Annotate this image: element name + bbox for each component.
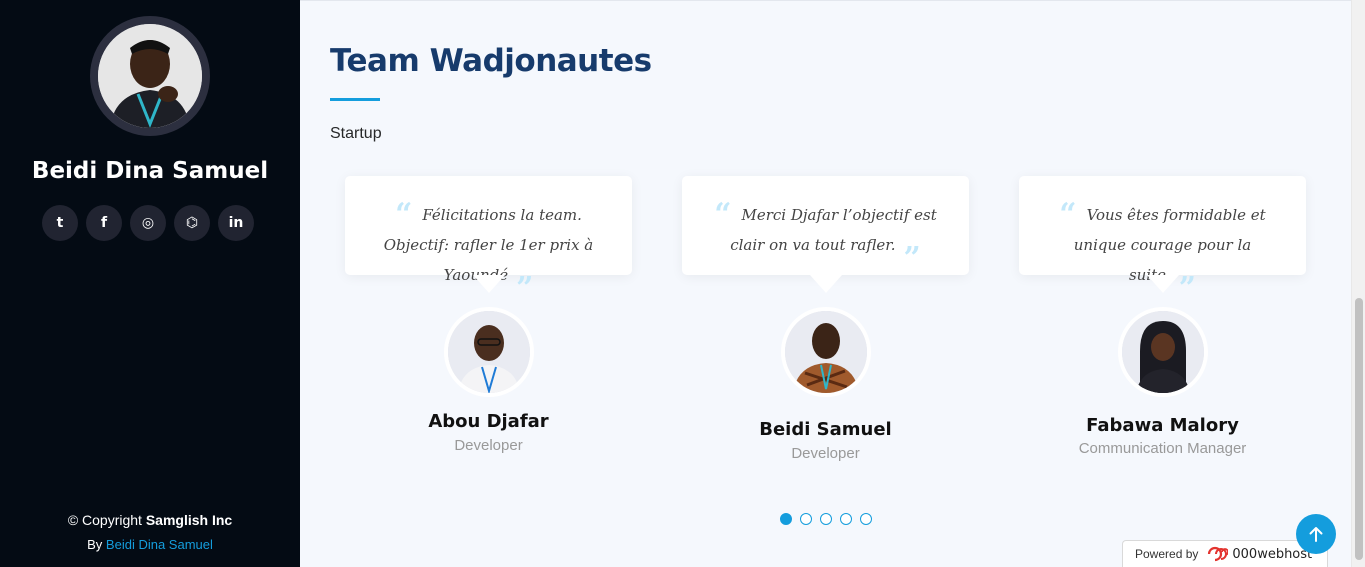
page-scrollbar[interactable] — [1351, 0, 1365, 567]
testimonial-card: “Vous êtes formidable et unique courage … — [1019, 176, 1306, 457]
quote-open-icon: “ — [395, 197, 413, 232]
carousel-pagination — [780, 513, 872, 525]
sidebar: Beidi Dina Samuel t f ◎ ⌬ in © Copyright… — [0, 0, 300, 567]
back-to-top-button[interactable] — [1296, 514, 1336, 554]
testimonial-bubble: “Félicitations la team. Objectif: rafler… — [345, 176, 632, 304]
credits-prefix: By — [87, 537, 103, 552]
pagination-dot[interactable] — [780, 513, 792, 525]
testimonial-quote: Vous êtes formidable et unique courage p… — [1073, 206, 1266, 284]
testimonial-role: Developer — [454, 437, 523, 454]
pagination-dot[interactable] — [840, 513, 852, 525]
powered-brand: 000webhost — [1232, 546, 1313, 562]
copyright-prefix: © Copyright — [67, 512, 142, 528]
copyright-company: Samglish Inc — [145, 512, 233, 528]
pagination-dot[interactable] — [820, 513, 832, 525]
testimonials-section: Team Wadjonautes Startup “Félicitations … — [300, 0, 1351, 567]
testimonial-name: Abou Djafar — [428, 411, 549, 432]
testimonial-card: “Félicitations la team. Objectif: rafler… — [345, 176, 632, 454]
credits-link[interactable]: Beidi Dina Samuel — [106, 537, 213, 552]
testimonial-card: “Merci Djafar l’objectif est clair on va… — [682, 176, 969, 462]
pagination-dot[interactable] — [860, 513, 872, 525]
credits-text: By Beidi Dina Samuel — [0, 537, 300, 552]
testimonial-photo — [781, 307, 871, 397]
copyright-text: © Copyright Samglish Inc — [0, 512, 300, 528]
testimonial-name: Fabawa Malory — [1086, 415, 1239, 436]
pagination-dot[interactable] — [800, 513, 812, 525]
twitter-icon[interactable]: t — [42, 205, 78, 241]
scrollbar-thumb[interactable] — [1355, 298, 1363, 560]
quote-close-icon: ” — [516, 271, 534, 306]
testimonial-photo — [1118, 307, 1208, 397]
facebook-icon[interactable]: f — [86, 205, 122, 241]
testimonial-bubble: “Vous êtes formidable et unique courage … — [1019, 176, 1306, 304]
quote-open-icon: “ — [714, 197, 732, 232]
github-icon[interactable]: ⌬ — [174, 205, 210, 241]
arrow-up-icon — [1309, 527, 1323, 542]
quote-close-icon: ” — [1178, 271, 1197, 306]
title-underline — [330, 98, 380, 101]
testimonial-bubble: “Merci Djafar l’objectif est clair on va… — [682, 176, 969, 293]
linkedin-icon[interactable]: in — [218, 205, 254, 241]
testimonial-role: Communication Manager — [1078, 440, 1247, 457]
quote-close-icon: ” — [903, 241, 921, 276]
instagram-icon[interactable]: ◎ — [130, 205, 166, 241]
powered-label: Powered by — [1135, 547, 1199, 561]
webhost-logo-icon — [1208, 546, 1229, 562]
testimonial-quote: Félicitations la team. Objectif: rafler … — [383, 206, 594, 284]
testimonial-name: Beidi Samuel — [759, 419, 892, 440]
social-links: t f ◎ ⌬ in — [42, 205, 254, 241]
testimonial-photo — [444, 307, 534, 397]
profile-avatar — [90, 16, 210, 136]
section-subtitle: Startup — [330, 125, 382, 142]
profile-name: Beidi Dina Samuel — [31, 158, 269, 184]
testimonial-role: Developer — [791, 445, 860, 462]
quote-open-icon: “ — [1059, 197, 1077, 232]
section-title: Team Wadjonautes — [330, 43, 652, 79]
powered-by-badge[interactable]: Powered by 000webhost — [1122, 540, 1328, 567]
